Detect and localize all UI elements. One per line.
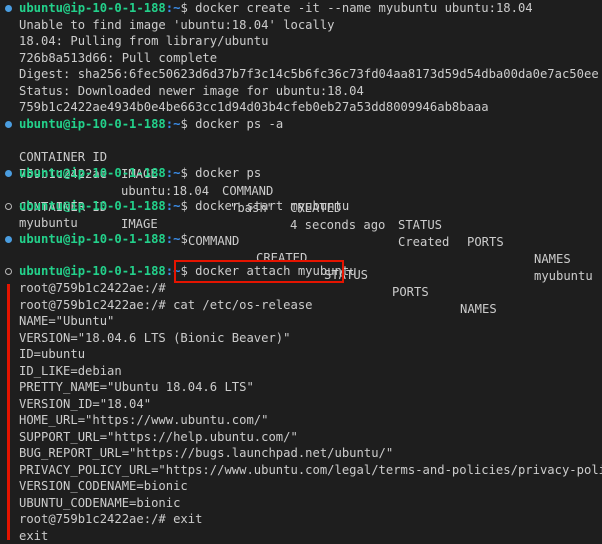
container-output-line: ID=ubuntu: [19, 347, 86, 361]
cell-status: Created: [398, 234, 450, 249]
prompt-symbol: $: [180, 232, 188, 246]
container-output-line: VERSION_CODENAME=bionic: [19, 479, 188, 493]
prompt-line-start: ubuntu@ip-10-0-1-188:~$ docker start myu…: [19, 198, 349, 215]
prompt-path: :~: [165, 116, 181, 131]
container-output-line: root@759b1c2422ae:/# cat /etc/os-release: [19, 297, 313, 312]
table-row: 759b1c2422ae ubuntu:18.04 "bash" 4 secon…: [19, 149, 599, 283]
command-success-decoration-icon[interactable]: [5, 236, 12, 243]
prompt-line-create: ubuntu@ip-10-0-1-188:~$ docker create -i…: [19, 0, 533, 17]
command-text: docker ps: [195, 166, 262, 180]
prompt-path: :~: [165, 232, 181, 246]
column-header: STATUS: [398, 218, 443, 232]
terminal[interactable]: ubuntu@ip-10-0-1-188:~$ docker create -i…: [0, 0, 602, 544]
prompt-line-ps-a: ubuntu@ip-10-0-1-188:~$ docker ps -a: [19, 116, 283, 133]
output-line: Digest: sha256:6fec50623d6d37b7f3c14c5b6…: [19, 67, 599, 81]
container-output-line: ID_LIKE=debian: [19, 363, 122, 378]
highlight-box: [174, 260, 344, 283]
prompt-path: :~: [165, 166, 181, 180]
prompt-symbol: $: [180, 199, 188, 213]
container-output-line: root@759b1c2422ae:/# exit: [19, 512, 203, 526]
prompt-symbol: $: [180, 166, 188, 180]
ps-a-table-header: CONTAINER ID IMAGE COMMAND CREATED STATU…: [19, 132, 599, 266]
column-header: PORTS: [467, 235, 504, 249]
ps-table-header: CONTAINER ID IMAGE COMMAND CREATED STATU…: [19, 182, 599, 316]
prompt-user-host: ubuntu@ip-10-0-1-188: [19, 264, 166, 278]
container-output-line: UBUNTU_CODENAME=bionic: [19, 495, 181, 510]
column-header: NAMES: [460, 301, 497, 316]
container-output-line: HOME_URL="https://www.ubuntu.com/": [19, 413, 269, 427]
command-success-decoration-icon[interactable]: [5, 170, 12, 177]
command-text: docker start myubuntu: [195, 199, 350, 213]
cell-created: 4 seconds ago: [290, 217, 386, 232]
container-output-line: exit: [19, 528, 49, 543]
container-output-line: SUPPORT_URL="https://help.ubuntu.com/": [19, 429, 298, 444]
container-output-line: VERSION_ID="18.04": [19, 396, 152, 411]
command-text: docker create -it --name myubuntu ubuntu…: [195, 1, 533, 15]
prompt-line-empty: ubuntu@ip-10-0-1-188:~$: [19, 231, 188, 248]
output-line: Unable to find image 'ubuntu:18.04' loca…: [19, 17, 335, 32]
command-decoration-icon[interactable]: [5, 268, 12, 275]
output-line: Status: Downloaded newer image for ubunt…: [19, 83, 364, 98]
output-line: myubuntu: [19, 215, 78, 230]
output-line: 759b1c2422ae4934b0e4be663cc1d94d03b4cfeb…: [19, 100, 489, 114]
command-success-decoration-icon[interactable]: [5, 121, 12, 128]
column-header: IMAGE: [121, 216, 158, 231]
container-output-line: PRIVACY_POLICY_URL="https://www.ubuntu.c…: [19, 462, 602, 477]
container-output-line: NAME="Ubuntu": [19, 314, 115, 328]
prompt-user-host: ubuntu@ip-10-0-1-188: [19, 199, 166, 213]
cell-names: myubuntu: [534, 268, 593, 283]
prompt-symbol: $: [180, 1, 188, 15]
running-command-indicator: [7, 284, 10, 540]
container-output-line: root@759b1c2422ae:/#: [19, 281, 166, 295]
prompt-path: :~: [165, 1, 181, 15]
prompt-user-host: ubuntu@ip-10-0-1-188: [19, 116, 166, 131]
prompt-user-host: ubuntu@ip-10-0-1-188: [19, 166, 166, 180]
container-output-line: VERSION="18.04.6 LTS (Bionic Beaver)": [19, 330, 291, 345]
container-output-line: PRETTY_NAME="Ubuntu 18.04.6 LTS": [19, 380, 254, 394]
output-line: 726b8a513d66: Pull complete: [19, 50, 218, 65]
prompt-user-host: ubuntu@ip-10-0-1-188: [19, 1, 166, 15]
prompt-path: :~: [165, 199, 181, 213]
column-header: COMMAND: [188, 233, 240, 248]
prompt-line-ps: ubuntu@ip-10-0-1-188:~$ docker ps: [19, 165, 261, 182]
column-header: PORTS: [392, 284, 429, 299]
prompt-user-host: ubuntu@ip-10-0-1-188: [19, 232, 166, 246]
column-header: NAMES: [534, 252, 571, 266]
prompt-symbol: $: [180, 116, 188, 131]
container-output-line: BUG_REPORT_URL="https://bugs.launchpad.n…: [19, 446, 394, 460]
command-decoration-icon[interactable]: [5, 203, 12, 210]
command-text: docker ps -a: [195, 116, 284, 131]
output-line: 18.04: Pulling from library/ubuntu: [19, 34, 269, 48]
command-success-decoration-icon[interactable]: [5, 5, 12, 12]
